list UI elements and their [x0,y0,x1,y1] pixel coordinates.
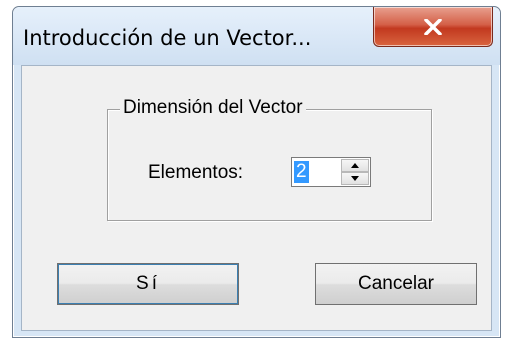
dialog-window: Introducción de un Vector... Dimensión d… [12,6,501,338]
spin-up-button[interactable] [341,159,369,172]
spin-down-button[interactable] [341,172,369,185]
close-button[interactable] [373,7,493,47]
yes-button[interactable]: Sí [57,263,239,305]
spin-down-icon [351,176,359,181]
elements-spinbox[interactable]: 2 [291,157,371,187]
spin-buttons [341,159,369,185]
cancel-button[interactable]: Cancelar [315,263,477,305]
dimension-groupbox: Dimensión del Vector Elementos: 2 [107,97,432,221]
close-icon [424,18,442,35]
dialog-body: Dimensión del Vector Elementos: 2 Sí Can… [21,65,492,331]
title-bar[interactable]: Introducción de un Vector... [13,7,500,65]
groupbox-legend: Dimensión del Vector [120,97,306,119]
window-title: Introducción de un Vector... [23,26,312,50]
elements-label: Elementos: [148,162,244,183]
spin-up-icon [351,163,359,168]
elements-input[interactable]: 2 [294,161,309,183]
